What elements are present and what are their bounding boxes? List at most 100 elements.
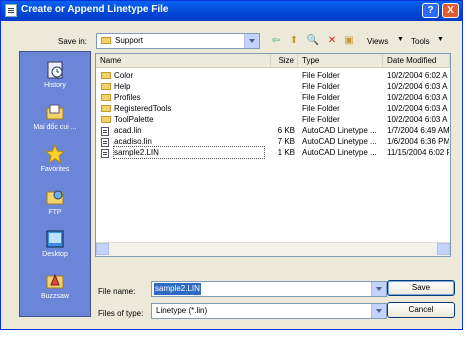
chevron-down-icon[interactable] (371, 282, 386, 296)
file-date: 10/2/2004 6:03 A (387, 104, 448, 113)
file-type: File Folder (302, 71, 340, 80)
window-title: Create or Append Linetype File (21, 4, 169, 15)
file-date: 1/6/2004 6:36 PM (387, 137, 449, 146)
file-type-value: Linetype (*.lin) (156, 306, 208, 315)
views-menu[interactable]: Views (367, 37, 388, 46)
place-label: Favorites (40, 166, 70, 173)
place-favorites[interactable]: Favorites (20, 144, 90, 173)
place-label: History (44, 82, 66, 89)
file-name-value[interactable]: sample2.LIN (154, 283, 201, 295)
file-name: Help (114, 82, 131, 91)
save-button[interactable]: Save (387, 280, 455, 296)
file-type: File Folder (302, 115, 340, 124)
history-icon (47, 61, 63, 79)
back-icon[interactable]: ⇦ (269, 34, 283, 47)
folder-icon (101, 72, 111, 79)
file-size: 6 KB (277, 126, 295, 135)
chevron-down-icon[interactable] (244, 34, 259, 48)
file-type-label: Files of type: (98, 309, 144, 318)
column-header-date[interactable]: Date Modified (383, 54, 450, 68)
file-size: 7 KB (277, 137, 295, 146)
file-row[interactable]: sample2.LIN 1 KB AutoCAD Linetype ... 11/15… (96, 146, 450, 159)
chevron-down-icon[interactable] (371, 304, 386, 318)
file-date: 11/15/2004 6:02 P (387, 148, 449, 157)
search-web-icon[interactable]: 🔍 (306, 34, 320, 47)
file-icon (101, 138, 109, 147)
file-date: 10/2/2004 6:03 A (387, 93, 448, 102)
file-name: Profiles (114, 93, 141, 102)
scroll-right-icon[interactable] (437, 243, 450, 255)
file-type: File Folder (302, 104, 340, 113)
file-row[interactable]: Help File Folder 10/2/2004 6:03 A (96, 81, 450, 92)
save-in-dropdown[interactable]: Support (96, 33, 260, 49)
horizontal-scrollbar[interactable] (96, 242, 450, 256)
column-header-size[interactable]: Size (271, 54, 298, 68)
dialog-window: Create or Append Linetype File ? X Save … (0, 0, 463, 330)
folder-icon (101, 37, 111, 44)
scroll-left-icon[interactable] (96, 243, 109, 255)
new-folder-icon[interactable]: ▣ (342, 34, 356, 47)
file-type: File Folder (302, 82, 340, 91)
file-icon (101, 149, 109, 158)
folder-icon (101, 105, 111, 112)
place-label: Mai đốc cui ... (33, 124, 77, 131)
column-header-name[interactable]: Name (96, 54, 271, 68)
place-label: Desktop (42, 251, 68, 258)
file-name-input[interactable]: sample2.LIN (151, 281, 387, 297)
file-row[interactable]: Profiles File Folder 10/2/2004 6:03 A (96, 92, 450, 103)
file-type: AutoCAD Linetype ... (302, 137, 377, 146)
place-my-documents[interactable]: Mai đốc cui ... (20, 102, 90, 131)
place-label: FTP (48, 209, 62, 216)
file-row[interactable]: acadiso.lin 7 KB AutoCAD Linetype ... 1/6/2… (96, 136, 450, 147)
file-name: sample2.LIN (113, 146, 265, 159)
tools-menu[interactable]: Tools (411, 37, 430, 46)
star-icon (45, 144, 65, 164)
desktop-icon (46, 230, 64, 248)
file-date: 1/7/2004 6:49 AM (387, 126, 449, 135)
save-in-value: Support (115, 36, 144, 45)
save-in-label: Save in: (58, 37, 87, 46)
file-row[interactable]: RegisteredTools File Folder 10/2/2004 6:03… (96, 103, 450, 114)
file-date: 10/2/2004 6:03 A (387, 115, 448, 124)
file-row[interactable]: acad.lin 6 KB AutoCAD Linetype ... 1/7/2004… (96, 125, 450, 136)
file-name: RegisteredTools (114, 104, 172, 113)
place-ftp[interactable]: FTP (20, 187, 90, 216)
file-date: 10/2/2004 6:03 A (387, 82, 448, 91)
file-type: AutoCAD Linetype ... (302, 148, 377, 157)
folder-icon (101, 83, 111, 90)
file-name: Color (114, 71, 134, 80)
app-icon (5, 4, 17, 17)
delete-icon[interactable]: ✕ (325, 34, 339, 47)
file-row[interactable]: ToolPalette File Folder 10/2/2004 6:03 A (96, 114, 450, 125)
file-name: acad.lin (114, 126, 142, 135)
place-desktop[interactable]: Desktop (20, 229, 90, 258)
place-label: Buzzsaw (40, 293, 69, 300)
cancel-button[interactable]: Cancel (387, 302, 455, 318)
folder-icon (101, 94, 111, 101)
file-name: acadiso.lin (114, 137, 152, 146)
title-bar[interactable]: Create or Append Linetype File ? X (1, 1, 462, 21)
file-type-dropdown[interactable]: Linetype (*.lin) (151, 303, 387, 319)
file-name-label: File name: (98, 287, 136, 296)
folder-icon (101, 116, 111, 123)
close-button[interactable]: X (442, 3, 459, 18)
tools-chevron-icon[interactable]: ▼ (437, 36, 444, 43)
buzzsaw-icon (46, 273, 64, 289)
place-buzzsaw[interactable]: Buzzsaw (20, 271, 90, 300)
file-type: AutoCAD Linetype ... (302, 126, 377, 135)
up-folder-icon[interactable]: ⬆ (287, 34, 301, 47)
file-row[interactable]: Color File Folder 10/2/2004 6:02 A (96, 70, 450, 81)
file-list[interactable]: Name Size Type Date Modified Color File F… (95, 53, 451, 257)
ftp-icon (46, 190, 64, 205)
file-type: File Folder (302, 93, 340, 102)
place-history[interactable]: History (20, 60, 90, 89)
file-icon (101, 127, 109, 136)
views-chevron-icon[interactable]: ▼ (397, 36, 404, 43)
file-size: 1 KB (277, 148, 295, 157)
documents-icon (46, 104, 64, 120)
file-name: ToolPalette (114, 115, 154, 124)
file-date: 10/2/2004 6:02 A (387, 71, 448, 80)
help-button[interactable]: ? (422, 3, 439, 18)
column-header-type[interactable]: Type (298, 54, 383, 68)
places-bar: History Mai đốc cui ... Favorites FTP De… (19, 51, 91, 317)
